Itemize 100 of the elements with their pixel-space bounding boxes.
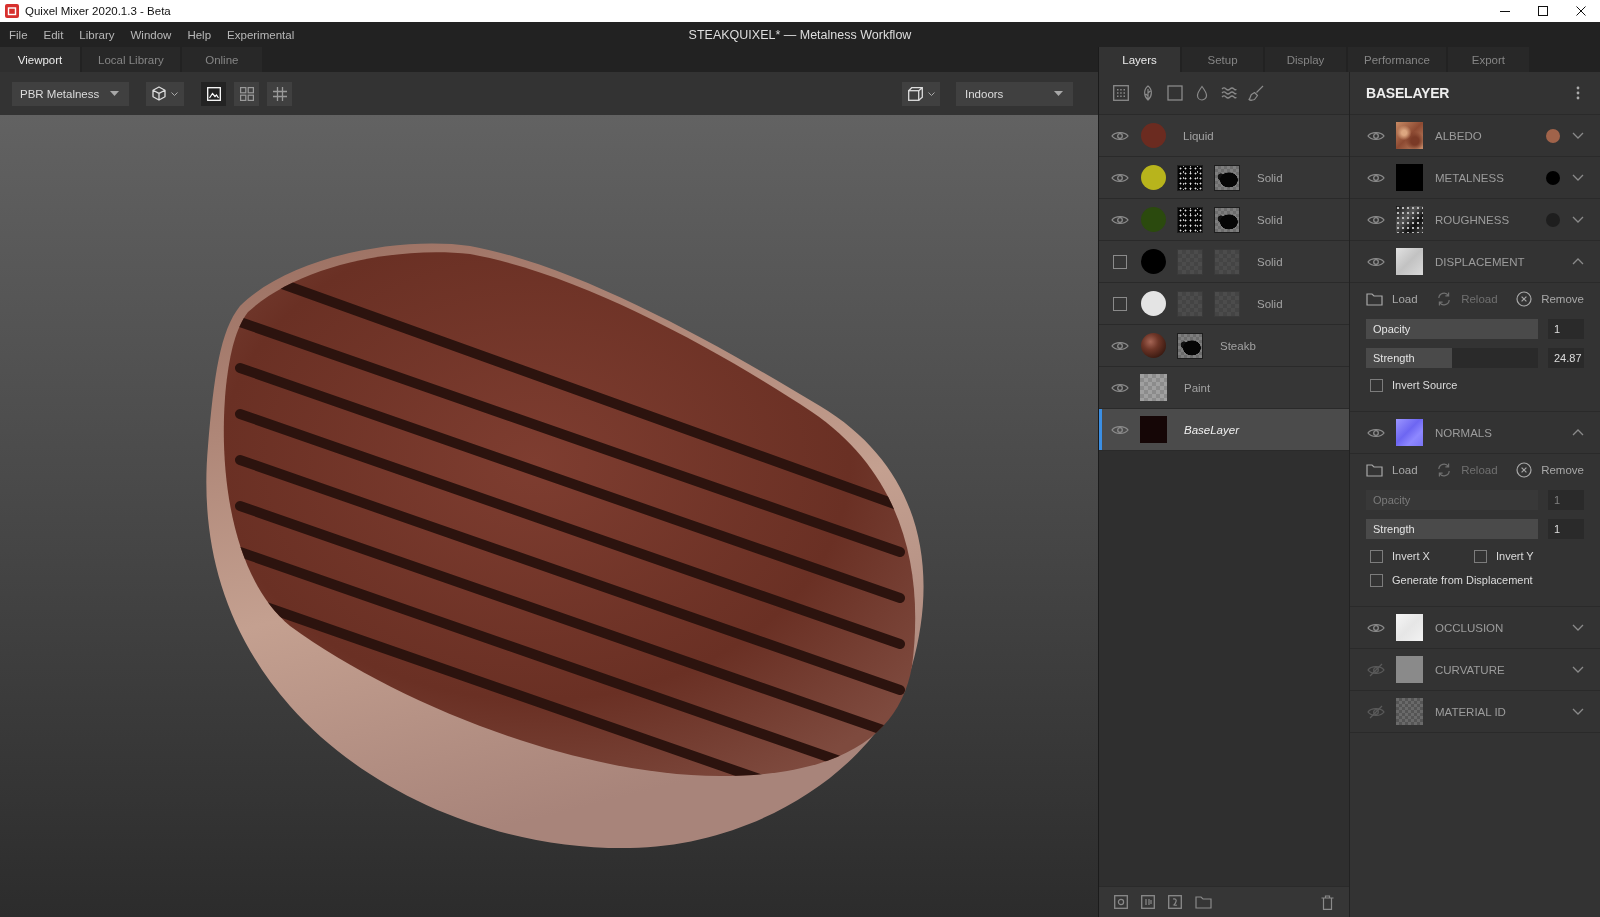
color-swatch-icon[interactable] (1141, 207, 1166, 232)
drop-icon[interactable] (1194, 85, 1210, 101)
speckle-mask-icon[interactable] (1177, 206, 1203, 233)
checker-thumbnail-icon[interactable] (1140, 374, 1167, 401)
layer-row[interactable]: Solid (1099, 283, 1349, 325)
slider-fill[interactable] (1366, 348, 1452, 368)
eye-icon[interactable] (1367, 255, 1385, 268)
display-mode-dropdown[interactable] (902, 81, 940, 106)
eye-icon[interactable] (1111, 339, 1129, 352)
layer-row[interactable]: Steakb (1099, 325, 1349, 367)
eye-icon[interactable] (1367, 129, 1385, 142)
channel-row[interactable]: METALNESS (1350, 157, 1600, 199)
menu-item[interactable]: File (1, 23, 36, 46)
texture-thumbnail-icon[interactable] (1396, 206, 1423, 233)
channel-row[interactable]: ROUGHNESS (1350, 199, 1600, 241)
tab[interactable]: Local Library (82, 47, 180, 72)
color-dot-icon[interactable] (1546, 170, 1560, 185)
menu-item[interactable]: Help (179, 23, 220, 46)
squiggle-square-icon[interactable] (1168, 895, 1182, 909)
blob-mask-icon[interactable] (1214, 164, 1240, 191)
tab[interactable]: Display (1265, 47, 1346, 72)
remove-button[interactable]: Remove (1516, 459, 1584, 481)
grid-view-button[interactable] (234, 81, 259, 106)
eye-icon[interactable] (1367, 621, 1385, 634)
layer-row[interactable]: Liquid (1099, 115, 1349, 157)
channel-row[interactable]: OCCLUSION (1350, 607, 1600, 649)
checker-thumbnail-icon[interactable] (1396, 698, 1423, 725)
brush-icon[interactable] (1248, 85, 1264, 101)
menu-item[interactable]: Edit (35, 23, 72, 46)
visibility-checkbox[interactable] (1113, 296, 1127, 311)
color-dot-icon[interactable] (1546, 128, 1560, 143)
eye-icon[interactable] (1111, 423, 1129, 436)
channel-row[interactable]: ALBEDO (1350, 115, 1600, 157)
slider-track[interactable]: Opacity (1366, 319, 1538, 339)
slider-track[interactable]: Strength (1366, 519, 1538, 539)
texture-thumbnail-icon[interactable] (1396, 122, 1423, 149)
circle-square-icon[interactable] (1114, 895, 1128, 909)
shading-mode-dropdown[interactable]: PBR Metalness (12, 81, 129, 106)
layer-row[interactable]: Solid (1099, 241, 1349, 283)
tab[interactable]: Layers (1099, 47, 1180, 72)
tab[interactable]: Viewport (0, 47, 80, 72)
checkbox[interactable] (1370, 573, 1383, 587)
solid-thumbnail-icon[interactable] (1140, 416, 1167, 443)
load-button[interactable]: Load (1366, 459, 1418, 481)
bars-square-icon[interactable] (1141, 895, 1155, 909)
value-field[interactable]: 24.87 (1548, 348, 1584, 368)
chevron-down-icon[interactable] (1572, 174, 1584, 181)
viewport[interactable] (0, 115, 1098, 917)
eye-slash-icon[interactable] (1367, 662, 1385, 677)
chevron-down-icon[interactable] (1572, 708, 1584, 715)
tab[interactable]: Online (181, 47, 262, 72)
checkbox[interactable] (1474, 549, 1487, 563)
texture-thumbnail-icon[interactable] (1396, 419, 1423, 446)
menu-item[interactable]: Library (71, 23, 123, 46)
checkbox[interactable] (1370, 549, 1383, 563)
slider-track[interactable]: Strength (1366, 348, 1538, 368)
folder-icon[interactable] (1195, 895, 1212, 909)
eye-icon[interactable] (1111, 171, 1129, 184)
chevron-down-icon[interactable] (1572, 132, 1584, 139)
material-sphere-icon[interactable] (1141, 333, 1166, 358)
chevron-down-icon[interactable] (1572, 624, 1584, 631)
checkbox[interactable] (1370, 378, 1383, 392)
dotted-square-icon[interactable] (1113, 85, 1129, 101)
trash-icon[interactable] (1321, 894, 1334, 910)
blob-mask-icon[interactable] (1177, 332, 1203, 359)
color-swatch-icon[interactable] (1141, 165, 1166, 190)
channel-row[interactable]: DISPLACEMENT (1350, 241, 1600, 283)
channel-row[interactable]: NORMALS (1350, 412, 1600, 454)
eye-icon[interactable] (1111, 129, 1129, 142)
speckle-mask-icon[interactable] (1177, 164, 1203, 191)
layer-row[interactable]: Solid (1099, 157, 1349, 199)
more-options-icon[interactable] (1576, 86, 1580, 100)
lattice-view-button[interactable] (267, 81, 292, 106)
waves-icon[interactable] (1221, 85, 1237, 101)
square-icon[interactable] (1167, 85, 1183, 101)
image-view-button[interactable] (201, 81, 226, 106)
channel-row[interactable]: CURVATURE (1350, 649, 1600, 691)
eye-icon[interactable] (1367, 426, 1385, 439)
layer-row[interactable]: Solid (1099, 199, 1349, 241)
value-field[interactable]: 1 (1548, 319, 1584, 339)
color-swatch-icon[interactable] (1141, 249, 1166, 274)
layer-row[interactable]: Paint (1099, 367, 1349, 409)
color-swatch-icon[interactable] (1141, 123, 1166, 148)
solid-thumbnail-icon[interactable] (1396, 164, 1423, 191)
tab[interactable]: Setup (1182, 47, 1263, 72)
texture-thumbnail-icon[interactable] (1396, 248, 1423, 275)
value-field[interactable]: 1 (1548, 519, 1584, 539)
eye-slash-icon[interactable] (1367, 704, 1385, 719)
chevron-up-icon[interactable] (1572, 429, 1584, 436)
chevron-down-icon[interactable] (1572, 666, 1584, 673)
eye-icon[interactable] (1367, 213, 1385, 226)
texture-thumbnail-icon[interactable] (1396, 614, 1423, 641)
tab[interactable]: Performance (1348, 47, 1446, 72)
eye-icon[interactable] (1111, 381, 1129, 394)
color-swatch-icon[interactable] (1141, 291, 1166, 316)
channel-row[interactable]: MATERIAL ID (1350, 691, 1600, 733)
load-button[interactable]: Load (1366, 288, 1418, 310)
tab[interactable]: Export (1447, 47, 1529, 72)
solid-thumbnail-icon[interactable] (1396, 656, 1423, 683)
menu-item[interactable]: Window (122, 23, 180, 46)
